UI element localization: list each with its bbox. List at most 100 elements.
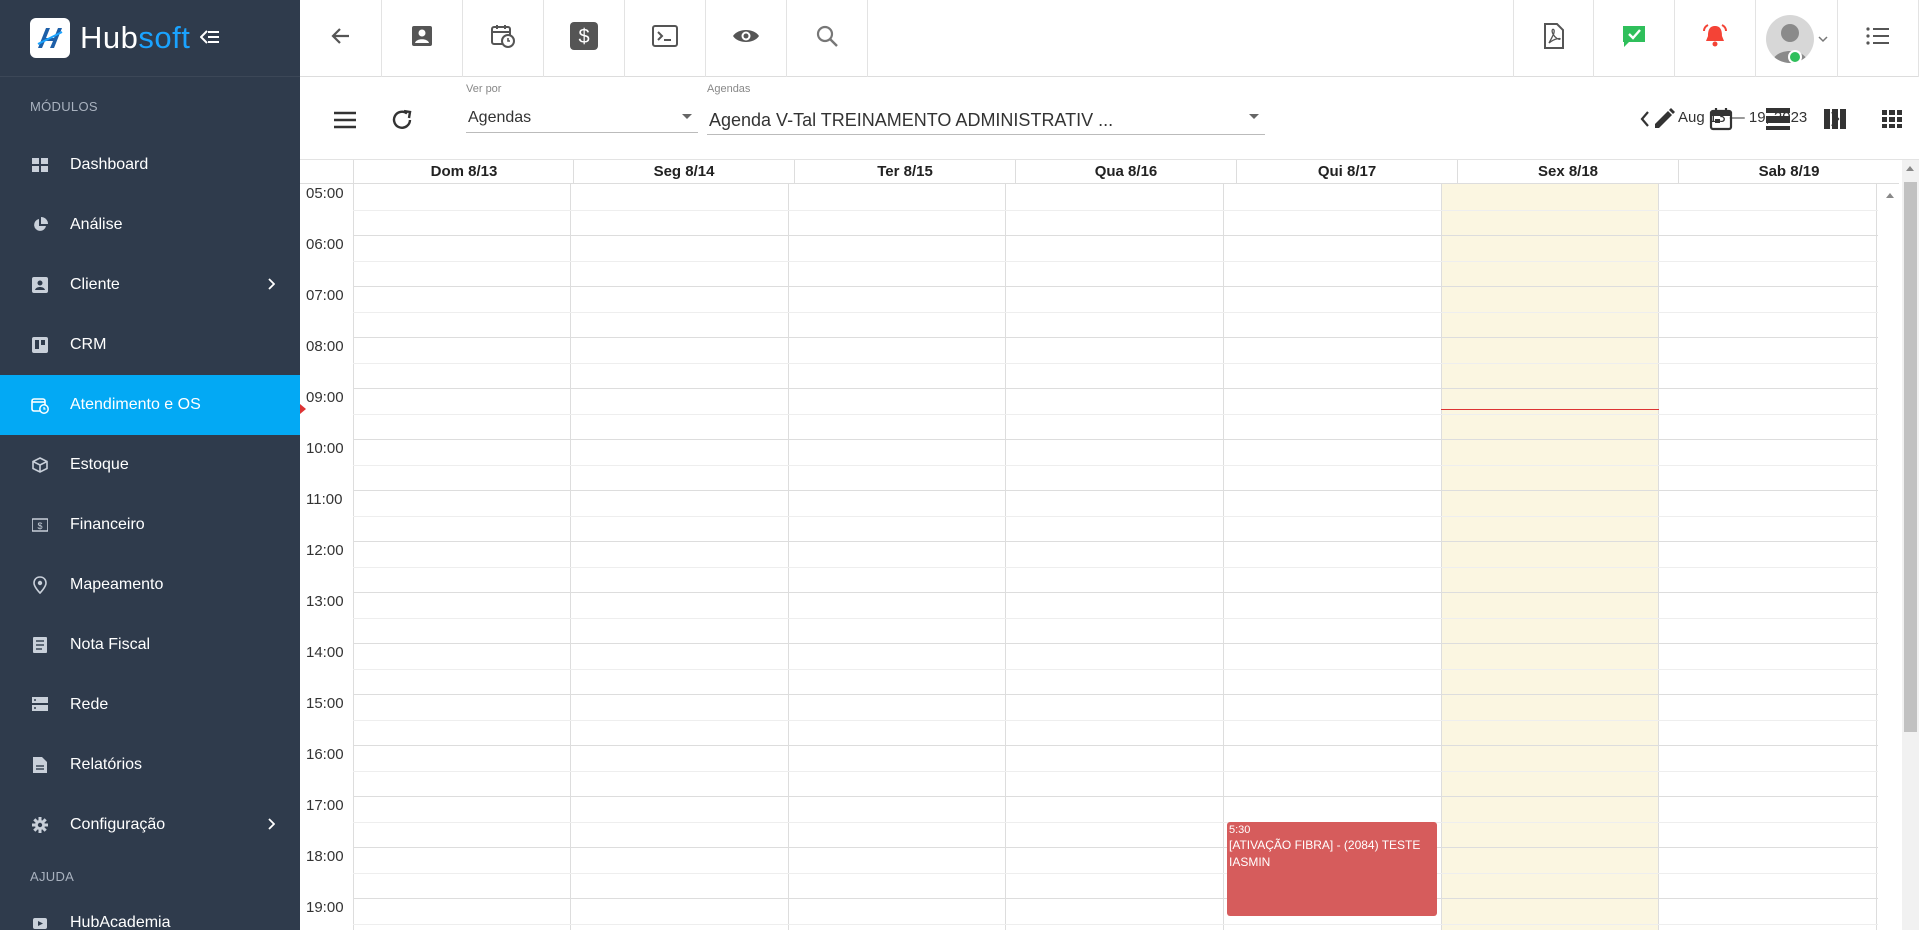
month-view-icon[interactable] bbox=[1874, 101, 1910, 137]
pdf-file-icon bbox=[1543, 23, 1565, 54]
half-hour-line bbox=[353, 720, 1878, 721]
hour-label: 10:00 bbox=[306, 440, 344, 457]
half-hour-line bbox=[353, 210, 1878, 211]
chevron-down-icon bbox=[1249, 114, 1259, 119]
back-button[interactable] bbox=[300, 0, 382, 77]
grid-right-border bbox=[1876, 184, 1877, 930]
sidebar-item-label: Dashboard bbox=[70, 156, 149, 173]
hour-label: 19:00 bbox=[306, 899, 344, 916]
logo-bar: Hubsoft bbox=[0, 0, 300, 77]
chevron-down-icon bbox=[1817, 30, 1828, 48]
day-header[interactable]: Qua 8/16 bbox=[1015, 160, 1236, 184]
brand-name: Hubsoft bbox=[80, 20, 190, 56]
collapse-sidebar-icon[interactable] bbox=[199, 25, 220, 51]
sidebar-item-label: Mapeamento bbox=[70, 576, 164, 593]
sidebar-item-estoque[interactable]: Estoque bbox=[0, 435, 300, 495]
trello-board-icon bbox=[30, 335, 50, 355]
sidebar-item-relatorios[interactable]: Relatórios bbox=[0, 735, 300, 795]
day-view-icon[interactable] bbox=[1760, 101, 1796, 137]
sidebar-item-financeiro[interactable]: $ Financeiro bbox=[0, 495, 300, 555]
scrollbar-thumb[interactable] bbox=[1904, 182, 1917, 732]
day-column[interactable] bbox=[1223, 184, 1441, 930]
time-column-header bbox=[300, 160, 353, 184]
financial-button[interactable]: $ bbox=[544, 0, 625, 77]
hamburger-menu-icon[interactable] bbox=[327, 102, 363, 138]
day-header[interactable]: Seg 8/14 bbox=[573, 160, 794, 184]
calendar-event[interactable]: 5:30 [ATIVAÇÃO FIBRA] - (2084) TESTE IASM… bbox=[1227, 821, 1437, 916]
sidebar-item-configuracao[interactable]: Configuração bbox=[0, 795, 300, 855]
menu-list-button[interactable] bbox=[1838, 0, 1919, 77]
svg-text:$: $ bbox=[37, 521, 42, 531]
day-header[interactable]: Dom 8/13 bbox=[353, 160, 574, 184]
package-icon bbox=[30, 455, 50, 475]
week-calendar: Dom 8/13 Seg 8/14 Ter 8/15 Qua 8/16 Qui 8/17… bbox=[300, 160, 1919, 930]
schedule-button[interactable] bbox=[463, 0, 544, 77]
clients-button[interactable] bbox=[382, 0, 463, 77]
sidebar-item-label: Financeiro bbox=[70, 516, 145, 533]
sidebar: Hubsoft MÓDULOS Dashboard Análise Cliente C… bbox=[0, 0, 300, 930]
half-hour-line bbox=[353, 312, 1878, 313]
day-column[interactable] bbox=[1005, 184, 1223, 930]
pdf-button[interactable] bbox=[1513, 0, 1594, 77]
refresh-icon[interactable] bbox=[384, 102, 420, 138]
day-header[interactable]: Sab 8/19 bbox=[1678, 160, 1899, 184]
sidebar-item-hubacademia[interactable]: HubAcademia bbox=[0, 903, 300, 930]
hour-label: 12:00 bbox=[306, 542, 344, 559]
hour-line bbox=[353, 592, 1878, 593]
section-modules: MÓDULOS bbox=[30, 99, 98, 114]
calendar-icon[interactable] bbox=[1703, 101, 1739, 137]
week-view-icon[interactable] bbox=[1817, 101, 1853, 137]
current-time-line bbox=[1441, 409, 1659, 411]
day-column[interactable] bbox=[353, 184, 571, 930]
sidebar-item-mapeamento[interactable]: Mapeamento bbox=[0, 555, 300, 615]
chevron-down-icon bbox=[682, 114, 692, 119]
sidebar-item-rede[interactable]: Rede bbox=[0, 675, 300, 735]
agendas-select[interactable]: Agenda V-Tal TREINAMENTO ADMINISTRATIV .… bbox=[707, 101, 1265, 135]
user-menu-button[interactable] bbox=[1756, 0, 1838, 77]
half-hour-line bbox=[353, 669, 1878, 670]
hour-line bbox=[353, 490, 1878, 491]
half-hour-line bbox=[353, 873, 1878, 874]
alerts-button[interactable] bbox=[1675, 0, 1756, 77]
brand-hub: Hub bbox=[80, 20, 139, 55]
search-button[interactable] bbox=[787, 0, 868, 77]
view-by-label: Ver por bbox=[466, 83, 502, 95]
today-column[interactable] bbox=[1441, 184, 1659, 930]
grid-scroll-up-icon[interactable] bbox=[1886, 193, 1894, 198]
hour-line bbox=[353, 439, 1878, 440]
terminal-button[interactable] bbox=[625, 0, 706, 77]
contact-card-icon bbox=[30, 275, 50, 295]
map-pin-icon bbox=[30, 575, 50, 595]
day-header[interactable]: Qui 8/17 bbox=[1236, 160, 1457, 184]
sidebar-item-cliente[interactable]: Cliente bbox=[0, 255, 300, 315]
sidebar-item-crm[interactable]: CRM bbox=[0, 315, 300, 375]
day-column[interactable] bbox=[1658, 184, 1876, 930]
view-by-select[interactable]: Agendas bbox=[466, 101, 698, 133]
hour-label: 09:00 bbox=[306, 389, 344, 406]
half-hour-line bbox=[353, 465, 1878, 466]
day-header[interactable]: Sex 8/18 bbox=[1457, 160, 1678, 184]
day-header[interactable]: Ter 8/15 bbox=[794, 160, 1015, 184]
calendar-grid: 05:00 06:00 07:00 08:00 09:00 10:00 11:00 12:00… bbox=[300, 184, 1878, 930]
hour-line bbox=[353, 388, 1878, 389]
svg-text:$: $ bbox=[578, 26, 589, 48]
calendar-scrollbar[interactable] bbox=[1902, 160, 1919, 930]
view-button[interactable] bbox=[706, 0, 787, 77]
scroll-up-icon[interactable] bbox=[1906, 166, 1914, 171]
sidebar-item-label: CRM bbox=[70, 336, 107, 353]
sidebar-item-label: Atendimento e OS bbox=[70, 396, 201, 413]
dashboard-icon bbox=[30, 155, 50, 175]
sidebar-item-analise[interactable]: Análise bbox=[0, 195, 300, 255]
day-column[interactable] bbox=[788, 184, 1006, 930]
tasks-button[interactable] bbox=[1594, 0, 1675, 77]
server-icon bbox=[30, 695, 50, 715]
sidebar-item-label: Cliente bbox=[70, 276, 120, 293]
sidebar-item-nota-fiscal[interactable]: Nota Fiscal bbox=[0, 615, 300, 675]
pie-chart-icon bbox=[30, 215, 50, 235]
hour-line bbox=[353, 796, 1878, 797]
sidebar-item-atendimento-e-os[interactable]: Atendimento e OS bbox=[0, 375, 300, 435]
receipt-icon bbox=[30, 635, 50, 655]
sidebar-item-dashboard[interactable]: Dashboard bbox=[0, 135, 300, 195]
day-column[interactable] bbox=[570, 184, 788, 930]
edit-icon[interactable] bbox=[1646, 101, 1682, 137]
